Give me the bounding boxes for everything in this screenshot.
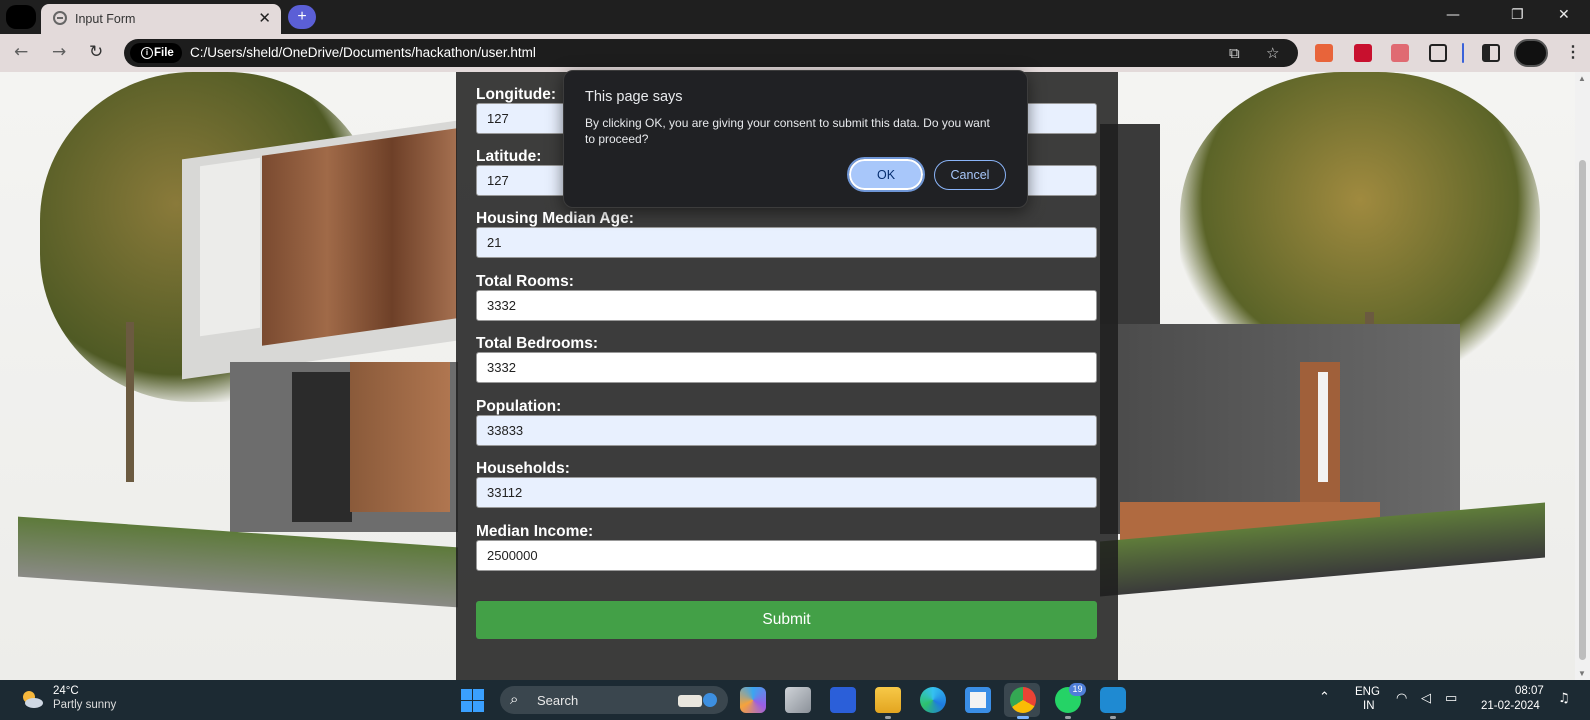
total-bedrooms-input[interactable] <box>476 352 1097 383</box>
partly-sunny-icon <box>23 691 43 708</box>
browser-toolbar: ← → ↻ i File C:/Users/sheld/OneDrive/Doc… <box>0 34 1590 72</box>
new-tab-button[interactable]: + <box>288 5 316 29</box>
dialog-message: By clicking OK, you are giving your cons… <box>585 116 990 146</box>
latitude-label: Latitude: <box>476 148 542 165</box>
file-explorer-running-indicator <box>885 716 891 719</box>
url-text[interactable]: C:/Users/sheld/OneDrive/Documents/hackat… <box>190 45 536 60</box>
median-income-label: Median Income: <box>476 523 594 540</box>
scroll-down-icon[interactable]: ▼ <box>1578 669 1586 678</box>
search-icon: ⌕ <box>510 690 519 708</box>
globe-icon <box>53 11 67 25</box>
forward-icon[interactable]: → <box>52 42 66 62</box>
windows-taskbar: 24°C Partly sunny ⌕ Search 19 ⌃ ENG IN ◠… <box>0 680 1590 720</box>
confirm-dialog: This page says By clicking OK, you are g… <box>563 70 1028 208</box>
median-income-input[interactable] <box>476 540 1097 571</box>
scrollbar-thumb[interactable] <box>1579 160 1586 660</box>
edge-icon[interactable] <box>920 687 946 713</box>
population-label: Population: <box>476 398 562 415</box>
weather-temperature: 24°C <box>53 685 79 697</box>
toolbar-divider <box>1462 43 1464 63</box>
vscode-running-indicator <box>1110 716 1116 719</box>
tab-input-form[interactable]: Input Form ✕ <box>41 4 281 34</box>
longitude-label: Longitude: <box>476 86 557 103</box>
extensions-puzzle-icon[interactable] <box>1429 44 1447 62</box>
housing-median-age-input[interactable] <box>476 227 1097 258</box>
search-label: Search <box>537 693 579 708</box>
households-input[interactable] <box>476 477 1097 508</box>
profile-menu-icon[interactable] <box>6 5 36 29</box>
volume-muted-icon[interactable]: ◁ <box>1421 691 1431 706</box>
site-info-label: File <box>154 47 174 59</box>
wifi-icon[interactable]: ◠ <box>1396 691 1407 706</box>
start-button[interactable] <box>461 689 484 712</box>
copilot-icon[interactable] <box>740 687 766 713</box>
minimize-icon[interactable]: — <box>1446 7 1460 23</box>
acrobat-icon[interactable] <box>1354 44 1372 62</box>
profile-avatar[interactable] <box>1514 39 1548 67</box>
bookmark-star-icon[interactable]: ☆ <box>1266 44 1279 62</box>
vscode-icon[interactable] <box>1100 687 1126 713</box>
total-bedrooms-label: Total Bedrooms: <box>476 335 598 352</box>
housing-median-age-label: Housing Median Age: <box>476 210 634 227</box>
tab-title: Input Form <box>75 12 136 26</box>
side-panel-icon[interactable] <box>1482 44 1500 62</box>
battery-icon[interactable]: ▭ <box>1445 691 1457 706</box>
store-icon[interactable] <box>965 687 991 713</box>
whatsapp-notification-badge: 19 <box>1069 683 1086 696</box>
clock-date[interactable]: 21-02-2024 <box>1481 700 1540 712</box>
info-icon: i <box>141 47 153 59</box>
translate-icon[interactable]: ⧉ <box>1229 44 1240 62</box>
total-rooms-label: Total Rooms: <box>476 273 574 290</box>
households-label: Households: <box>476 460 570 477</box>
clock-time[interactable]: 08:07 <box>1515 685 1544 697</box>
cancel-button[interactable]: Cancel <box>934 160 1006 190</box>
taskbar-search[interactable]: ⌕ Search <box>500 686 728 714</box>
extension-red-icon[interactable] <box>1315 44 1333 62</box>
azure-icon[interactable] <box>830 687 856 713</box>
restore-icon[interactable]: ❐ <box>1511 7 1524 23</box>
site-info-chip[interactable]: i File <box>130 43 182 63</box>
browser-menu-icon[interactable]: ⋮ <box>1565 42 1581 62</box>
reload-icon[interactable]: ↻ <box>89 42 103 62</box>
notification-bell-icon[interactable]: ♫ <box>1558 691 1570 706</box>
file-explorer-icon[interactable] <box>875 687 901 713</box>
address-bar[interactable]: i File C:/Users/sheld/OneDrive/Documents… <box>124 39 1298 67</box>
scroll-up-icon[interactable]: ▲ <box>1578 74 1586 83</box>
language-indicator[interactable]: ENG <box>1355 686 1380 698</box>
extension-chart-icon[interactable] <box>1391 44 1409 62</box>
back-icon[interactable]: ← <box>14 42 28 62</box>
total-rooms-input[interactable] <box>476 290 1097 321</box>
window-close-icon[interactable]: ✕ <box>1558 7 1570 23</box>
tab-close-icon[interactable]: ✕ <box>258 9 271 27</box>
chrome-active-indicator <box>1017 716 1029 719</box>
show-hidden-icons-chevron[interactable]: ⌃ <box>1319 690 1330 705</box>
region-indicator[interactable]: IN <box>1363 700 1375 712</box>
task-view-icon[interactable] <box>785 687 811 713</box>
page-scrollbar[interactable]: ▲ ▼ <box>1575 72 1590 680</box>
population-input[interactable] <box>476 415 1097 446</box>
search-highlight-icon <box>678 693 717 707</box>
dialog-title: This page says <box>585 89 683 105</box>
whatsapp-running-indicator <box>1065 716 1071 719</box>
submit-button[interactable]: Submit <box>476 601 1097 639</box>
weather-description: Partly sunny <box>53 699 117 711</box>
tab-strip: Input Form ✕ + — ❐ ✕ <box>0 0 1590 34</box>
ok-button[interactable]: OK <box>847 157 925 192</box>
chrome-icon[interactable] <box>1010 687 1036 713</box>
